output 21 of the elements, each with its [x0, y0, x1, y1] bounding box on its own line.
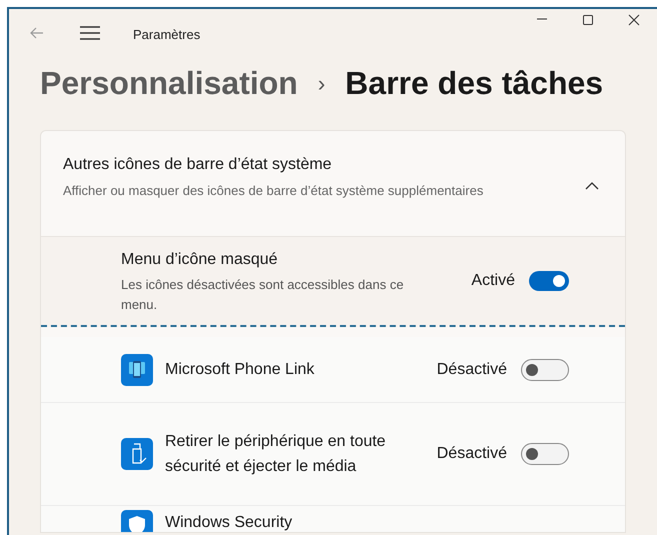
section-title: Autres icônes de barre d’état système: [63, 155, 333, 175]
usb-drive-icon: [121, 438, 153, 470]
phone-app-icon: [121, 354, 153, 386]
breadcrumb-separator: ›: [318, 70, 326, 98]
menu-icon[interactable]: [80, 25, 100, 41]
setting-label: Menu d’icône masqué: [121, 250, 279, 270]
toggle-state-label: Désactivé: [436, 360, 507, 380]
section-description: Afficher ou masquer des icônes de barre d’état système supplémentaires: [63, 182, 484, 200]
window-title: Paramètres: [133, 26, 200, 44]
app-name: Microsoft Phone Link: [165, 360, 316, 380]
toggle-state-label: Activé: [471, 271, 515, 291]
page-title: Barre des tâches: [345, 64, 604, 103]
chevron-icon[interactable]: [585, 181, 599, 191]
toggle-switch[interactable]: [521, 443, 569, 465]
toggle-switch[interactable]: [521, 358, 569, 380]
app-name: Windows Security: [165, 513, 294, 532]
setting-description: Les icônes désactivées sont accessibles dans ce menu.: [121, 276, 405, 314]
breadcrumb-parent[interactable]: Personnalisation: [40, 59, 298, 107]
toggle-state-label: Désactivé: [436, 444, 507, 464]
app-name: Retirer le périphérique en toute sécurité et éjecter le média: [165, 432, 387, 477]
toggle-switch[interactable]: [529, 271, 569, 291]
